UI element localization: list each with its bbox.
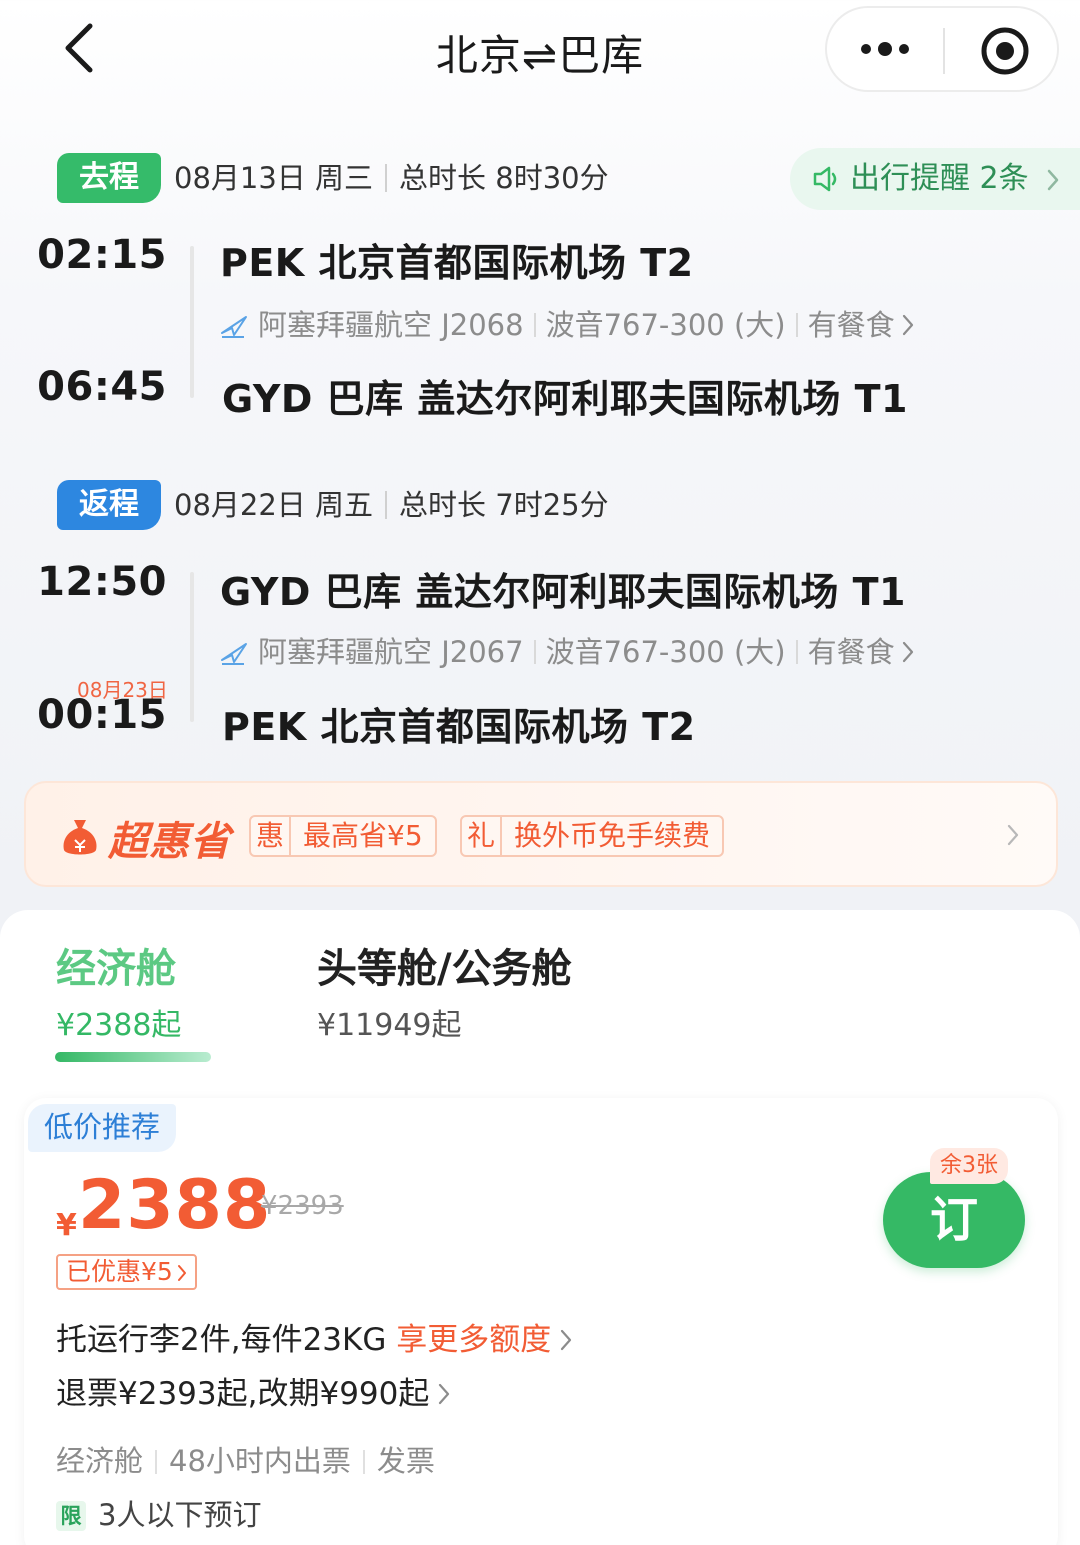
title-to: 巴库: [558, 31, 645, 80]
meta-cabin: 经济舱: [56, 1444, 144, 1478]
original-price: ¥2393: [261, 1191, 344, 1221]
chip-key: 惠: [251, 817, 291, 855]
airline-logo-icon: [221, 316, 247, 338]
discount-label: 已优惠¥5: [66, 1257, 173, 1286]
refund-row[interactable]: 退票¥2393起,改期¥990起: [56, 1368, 451, 1413]
speaker-icon: [813, 166, 837, 192]
timeline-line: [190, 572, 194, 722]
return-arr-airport: PEK 北京首都国际机场 T2: [222, 705, 696, 749]
limit-text: 3人以下预订: [98, 1498, 262, 1532]
meal-info: 有餐食: [807, 308, 895, 342]
tab-first-business[interactable]: 头等舱/公务舱 ¥11949起: [317, 936, 572, 1044]
airline-logo-icon: [221, 643, 247, 665]
book-button[interactable]: 订: [883, 1172, 1025, 1268]
meal-info: 有餐食: [807, 635, 895, 669]
outbound-arr-airport: GYD 巴库 盖达尔阿利耶夫国际机场 T1: [222, 377, 908, 421]
tab-economy[interactable]: 经济舱 ¥2388起: [56, 936, 181, 1044]
title-from: 北京: [435, 31, 522, 80]
cabin-price: ¥2388起: [56, 1008, 182, 1043]
return-date: 08月22日 周五: [174, 488, 374, 522]
aircraft-type: 波音767-300 (大): [545, 308, 786, 342]
chevron-right-icon: [561, 1329, 572, 1351]
swap-arrow-icon: ⇌: [521, 31, 559, 80]
outbound-arr-time: 06:45: [37, 364, 167, 410]
top-nav: 北京⇌巴库: [0, 0, 1080, 100]
capsule-divider: [943, 28, 945, 74]
limit-badge: 限: [56, 1501, 86, 1531]
return-flight-info[interactable]: 阿塞拜疆航空 J2067 波音767-300 (大) 有餐食: [220, 629, 915, 671]
outbound-flight-info[interactable]: 阿塞拜疆航空 J2068 波音767-300 (大) 有餐食: [220, 302, 915, 344]
outbound-meta: 08月13日 周三 总时长 8时30分: [174, 153, 609, 203]
travel-reminder-button[interactable]: 出行提醒 2条: [790, 148, 1080, 210]
chip-key: 礼: [462, 817, 502, 855]
return-duration: 总时长 7时25分: [399, 488, 609, 522]
outbound-date: 08月13日 周三: [174, 161, 374, 195]
chevron-right-icon: [902, 641, 913, 663]
money-bag-icon: [63, 820, 97, 855]
chevron-right-icon: [439, 1383, 450, 1405]
fare-price: 2388: [78, 1166, 272, 1245]
return-tag: 返程: [57, 480, 161, 530]
return-dep-airport: GYD 巴库 盖达尔阿利耶夫国际机场 T1: [220, 570, 906, 614]
divider: [362, 1450, 365, 1474]
outbound-duration: 总时长 8时30分: [399, 161, 609, 195]
divider: [533, 313, 536, 337]
chevron-right-icon: [1007, 824, 1019, 846]
refund-text: 退票¥2393起,改期¥990起: [56, 1376, 430, 1412]
divider: [385, 491, 388, 519]
outbound-tag: 去程: [57, 153, 161, 203]
return-dep-time: 12:50: [37, 559, 167, 605]
promo-bar[interactable]: 超惠省 惠最高省¥5 礼换外币免手续费: [24, 781, 1058, 887]
return-meta: 08月22日 周五 总时长 7时25分: [174, 480, 609, 530]
remaining-seats-badge: 余3张: [930, 1148, 1008, 1184]
divider: [155, 1450, 158, 1474]
cabin-name: 经济舱: [56, 946, 176, 992]
promo-chip-gift: 礼换外币免手续费: [460, 815, 725, 857]
aircraft-type: 波音767-300 (大): [545, 635, 786, 669]
more-allowance-link[interactable]: 享更多额度: [396, 1322, 551, 1358]
booking-limit: 限 3人以下预订: [56, 1492, 261, 1534]
baggage-text: 托运行李2件,每件23KG: [56, 1322, 387, 1358]
promo-brand: 超惠省: [108, 819, 231, 865]
outbound-dep-time: 02:15: [37, 232, 167, 278]
more-dots-icon[interactable]: [860, 34, 910, 64]
airline-flight-no: 阿塞拜疆航空 J2067: [258, 635, 524, 669]
chevron-right-icon: [902, 314, 913, 336]
chip-value: 换外币免手续费: [514, 819, 711, 852]
outbound-dep-airport: PEK 北京首都国际机场 T2: [220, 241, 694, 285]
timeline-line: [190, 246, 194, 398]
fare-meta: 经济舱 48小时内出票 发票: [56, 1438, 435, 1480]
chip-value: 最高省¥5: [303, 819, 423, 852]
return-arr-time: 00:15: [37, 692, 167, 738]
active-tab-indicator: [55, 1052, 211, 1062]
reminder-label: 出行提醒 2条: [850, 161, 1029, 196]
cabin-price: ¥11949起: [317, 1008, 462, 1043]
chevron-right-icon: [1047, 169, 1059, 191]
meta-ticketing: 48小时内出票: [169, 1444, 351, 1478]
divider: [385, 164, 388, 192]
currency-symbol: ¥: [56, 1208, 77, 1243]
divider: [533, 640, 536, 664]
fare-card[interactable]: 低价推荐 ¥ 2388 ¥2393 已优惠¥5 托运行李2件,每件23KG 享更…: [24, 1098, 1058, 1545]
cabin-name: 头等舱/公务舱: [317, 946, 572, 992]
chevron-right-icon: [177, 1265, 186, 1281]
promo-chip-save: 惠最高省¥5: [249, 815, 437, 857]
divider: [795, 640, 798, 664]
discount-badge[interactable]: 已优惠¥5: [56, 1254, 197, 1290]
divider: [795, 313, 798, 337]
airline-flight-no: 阿塞拜疆航空 J2068: [258, 308, 524, 342]
close-target-icon[interactable]: [979, 25, 1031, 77]
miniapp-capsule: [825, 6, 1059, 92]
low-price-badge: 低价推荐: [28, 1104, 177, 1152]
meta-invoice: 发票: [376, 1444, 435, 1478]
baggage-row[interactable]: 托运行李2件,每件23KG 享更多额度: [56, 1314, 573, 1359]
